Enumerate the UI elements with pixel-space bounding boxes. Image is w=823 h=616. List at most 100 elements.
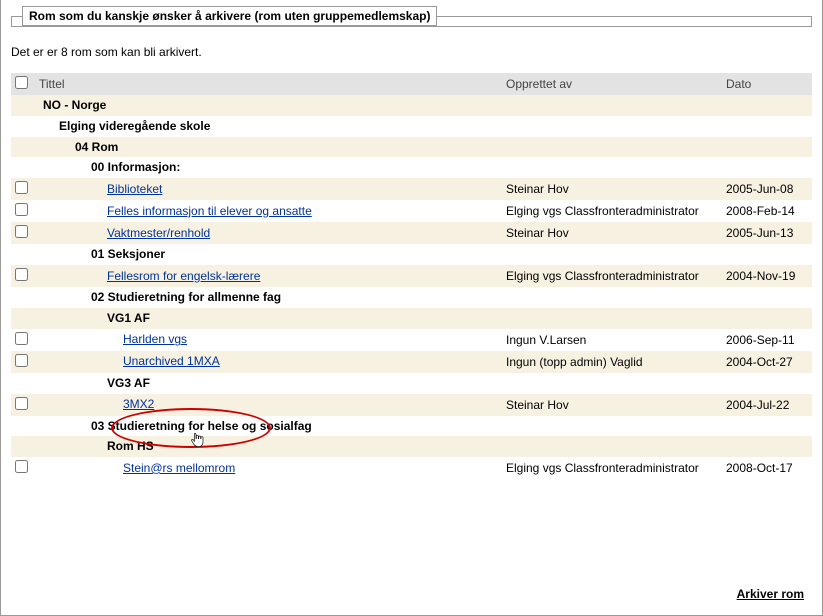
table-row: 00 Informasjon:	[11, 157, 812, 178]
row-checkbox[interactable]	[15, 181, 28, 194]
folder-title: NO - Norge	[43, 98, 106, 112]
row-checkbox[interactable]	[15, 225, 28, 238]
row-creator-cell: Steinar Hov	[502, 178, 722, 200]
row-title-cell: Stein@rs mellomrom	[35, 457, 502, 479]
row-title-cell: 04 Rom	[35, 137, 502, 158]
row-checkbox-cell	[11, 178, 35, 200]
column-header-creator: Opprettet av	[502, 73, 722, 95]
select-all-checkbox[interactable]	[15, 76, 28, 89]
row-checkbox[interactable]	[15, 332, 28, 345]
room-link[interactable]: Stein@rs mellomrom	[123, 461, 235, 475]
row-checkbox-cell	[11, 457, 35, 479]
folder-title: 04 Rom	[75, 140, 118, 154]
table-row: VG3 AF	[11, 373, 812, 394]
row-title-cell: VG1 AF	[35, 308, 502, 329]
row-title-cell: 00 Informasjon:	[35, 157, 502, 178]
room-link[interactable]: Fellesrom for engelsk-lærere	[107, 269, 260, 283]
row-date-cell	[722, 436, 812, 457]
row-date-cell: 2005-Jun-08	[722, 178, 812, 200]
row-checkbox-cell	[11, 329, 35, 351]
row-title-cell: Felles informasjon til elever og ansatte	[35, 200, 502, 222]
row-creator-cell: Steinar Hov	[502, 222, 722, 244]
folder-title: 02 Studieretning for allmenne fag	[91, 290, 281, 304]
row-date-cell	[722, 116, 812, 137]
row-title-cell: Rom HS	[35, 436, 502, 457]
table-row: 01 Seksjoner	[11, 244, 812, 265]
row-checkbox-cell	[11, 116, 35, 137]
intro-text: Det er er 8 rom som kan bli arkivert.	[11, 45, 812, 59]
table-row: 03 Studieretning for helse og sosialfag	[11, 416, 812, 437]
row-date-cell	[722, 95, 812, 116]
row-title-cell: NO - Norge	[35, 95, 502, 116]
column-header-checkbox	[11, 73, 35, 95]
row-title-cell: 01 Seksjoner	[35, 244, 502, 265]
row-creator-cell: Ingun V.Larsen	[502, 329, 722, 351]
row-checkbox[interactable]	[15, 397, 28, 410]
row-checkbox-cell	[11, 265, 35, 287]
row-creator-cell: Elging vgs Classfronteradministrator	[502, 265, 722, 287]
table-row: Biblioteket Steinar Hov2005-Jun-08	[11, 178, 812, 200]
table-row: 3MX2 Steinar Hov2004-Jul-22	[11, 394, 812, 416]
row-title-cell: 03 Studieretning for helse og sosialfag	[35, 416, 502, 437]
row-creator-cell	[502, 95, 722, 116]
row-creator-cell	[502, 157, 722, 178]
row-title-cell: Unarchived 1MXA	[35, 351, 502, 373]
folder-title: VG3 AF	[107, 376, 150, 390]
footer-actions: Arkiver rom	[737, 587, 804, 601]
row-checkbox-cell	[11, 436, 35, 457]
row-checkbox-cell	[11, 373, 35, 394]
row-checkbox-cell	[11, 244, 35, 265]
row-creator-cell: Elging vgs Classfronteradministrator	[502, 457, 722, 479]
row-title-cell: Fellesrom for engelsk-lærere	[35, 265, 502, 287]
folder-title: Elging videregående skole	[59, 119, 210, 133]
row-title-cell: Harlden vgs	[35, 329, 502, 351]
row-date-cell	[722, 244, 812, 265]
row-date-cell	[722, 287, 812, 308]
row-creator-cell: Steinar Hov	[502, 394, 722, 416]
row-creator-cell	[502, 137, 722, 158]
row-checkbox-cell	[11, 157, 35, 178]
row-date-cell	[722, 416, 812, 437]
table-row: Rom HS	[11, 436, 812, 457]
folder-title: 00 Informasjon:	[91, 160, 180, 174]
table-row: Stein@rs mellomrom Elging vgs Classfronte…	[11, 457, 812, 479]
table-row: Unarchived 1MXA Ingun (topp admin) Vaglid…	[11, 351, 812, 373]
row-checkbox-cell	[11, 95, 35, 116]
room-link[interactable]: Felles informasjon til elever og ansatte	[107, 204, 312, 218]
row-checkbox-cell	[11, 222, 35, 244]
archive-rooms-link[interactable]: Arkiver rom	[737, 587, 804, 601]
row-date-cell	[722, 373, 812, 394]
row-title-cell: Vaktmester/renhold	[35, 222, 502, 244]
row-checkbox-cell	[11, 137, 35, 158]
archive-fieldset: Rom som du kanskje ønsker å arkivere (ro…	[11, 6, 812, 27]
row-creator-cell	[502, 373, 722, 394]
room-link[interactable]: Harlden vgs	[123, 332, 187, 346]
table-row: Elging videregående skole	[11, 116, 812, 137]
folder-title: Rom HS	[107, 439, 154, 453]
row-checkbox[interactable]	[15, 268, 28, 281]
row-title-cell: VG3 AF	[35, 373, 502, 394]
room-link[interactable]: Unarchived 1MXA	[123, 354, 220, 368]
row-checkbox-cell	[11, 308, 35, 329]
row-creator-cell	[502, 244, 722, 265]
row-date-cell: 2004-Jul-22	[722, 394, 812, 416]
row-creator-cell	[502, 287, 722, 308]
row-date-cell	[722, 137, 812, 158]
row-checkbox-cell	[11, 416, 35, 437]
fieldset-legend: Rom som du kanskje ønsker å arkivere (ro…	[22, 6, 437, 26]
row-checkbox[interactable]	[15, 354, 28, 367]
row-creator-cell	[502, 416, 722, 437]
row-checkbox[interactable]	[15, 460, 28, 473]
row-checkbox-cell	[11, 287, 35, 308]
row-date-cell: 2008-Oct-17	[722, 457, 812, 479]
row-date-cell: 2005-Jun-13	[722, 222, 812, 244]
row-date-cell: 2006-Sep-11	[722, 329, 812, 351]
room-link[interactable]: Biblioteket	[107, 182, 162, 196]
room-link[interactable]: 3MX2	[123, 397, 154, 411]
row-creator-cell: Ingun (topp admin) Vaglid	[502, 351, 722, 373]
room-link[interactable]: Vaktmester/renhold	[107, 226, 210, 240]
row-checkbox-cell	[11, 200, 35, 222]
row-checkbox[interactable]	[15, 203, 28, 216]
table-row: 04 Rom	[11, 137, 812, 158]
table-row: Harlden vgs Ingun V.Larsen2006-Sep-11	[11, 329, 812, 351]
